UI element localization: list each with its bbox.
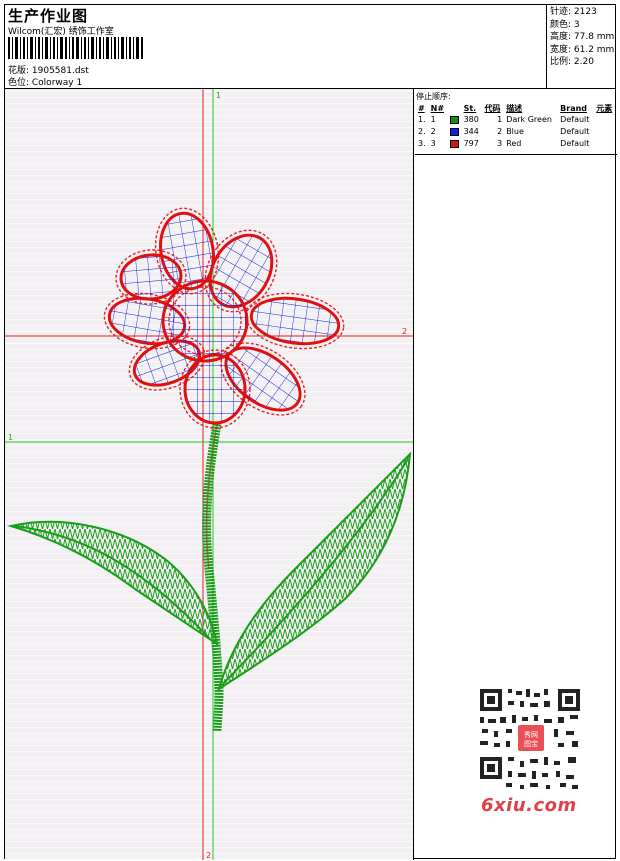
col-brand: Brand [560, 104, 588, 113]
watermark-text: 6xiu.com [481, 795, 577, 816]
flower-center [161, 279, 249, 363]
guide-label-green-top: 1 [216, 91, 221, 100]
guide-label-green-left: 1 [8, 433, 13, 442]
table-header-row: # N# St. 代码 描述 Brand 元素 [416, 103, 616, 114]
stat-width: 宽度: 61.2 mm [550, 44, 615, 55]
stop-order-panel: 停止顺序: # N# St. 代码 描述 Brand 元素 1. 1 380 1… [415, 89, 617, 155]
studio-name: Wilcom(汇宏) 绣饰工作室 [8, 27, 114, 37]
stats-panel: 针迹: 2123 颜色: 3 高度: 77.8 mm 宽度: 61.2 mm 比… [546, 5, 617, 89]
guide-label-red-bottom: 2 [206, 851, 211, 860]
embroidery-preview: 1 1 2 2 [5, 89, 413, 860]
leaf-left [7, 520, 219, 647]
col-desc: 描述 [506, 104, 523, 113]
color-swatch-red [449, 139, 459, 148]
stat-stitches: 针迹: 2123 [550, 7, 597, 17]
stat-colors: 颜色: 3 [550, 19, 580, 30]
table-row[interactable]: 2. 2 344 2 Blue Default [416, 126, 616, 138]
stat-height: 高度: 77.8 mm [550, 32, 615, 42]
colorway: 色位: Colorway 1 [8, 78, 83, 88]
page-title: 生产作业图 [8, 7, 89, 25]
color-swatch-dark-green [449, 115, 459, 124]
production-sheet: 生产作业图 Wilcom(汇宏) 绣饰工作室 花版: 1905581.dst 色… [4, 4, 617, 860]
sheet-header: 生产作业图 Wilcom(汇宏) 绣饰工作室 花版: 1905581.dst 色… [5, 5, 615, 89]
stop-order-table: # N# St. 代码 描述 Brand 元素 1. 1 380 1 Dark … [416, 103, 616, 150]
qr-badge-text: 秀网 [524, 730, 538, 739]
stop-order-title: 停止顺序: [416, 92, 451, 101]
table-row[interactable]: 3. 3 797 3 Red Default [416, 138, 616, 150]
col-n: N# [430, 104, 445, 113]
petal-right [249, 296, 341, 346]
col-st: St. [463, 104, 477, 113]
col-swatch [448, 103, 462, 114]
col-element: 元素 [596, 104, 613, 113]
guide-label-red-right: 2 [402, 327, 407, 336]
table-row[interactable]: 1. 1 380 1 Dark Green Default [416, 114, 616, 126]
svg-text:图宝: 图宝 [524, 739, 538, 748]
col-num: # [418, 104, 425, 113]
col-code: 代码 [484, 104, 501, 113]
stat-scale: 比例: 2.20 [550, 57, 594, 67]
barcode-icon [8, 37, 143, 59]
color-swatch-blue [449, 127, 459, 136]
leaf-right [217, 451, 412, 692]
design-canvas[interactable]: 1 1 2 2 [5, 89, 414, 860]
